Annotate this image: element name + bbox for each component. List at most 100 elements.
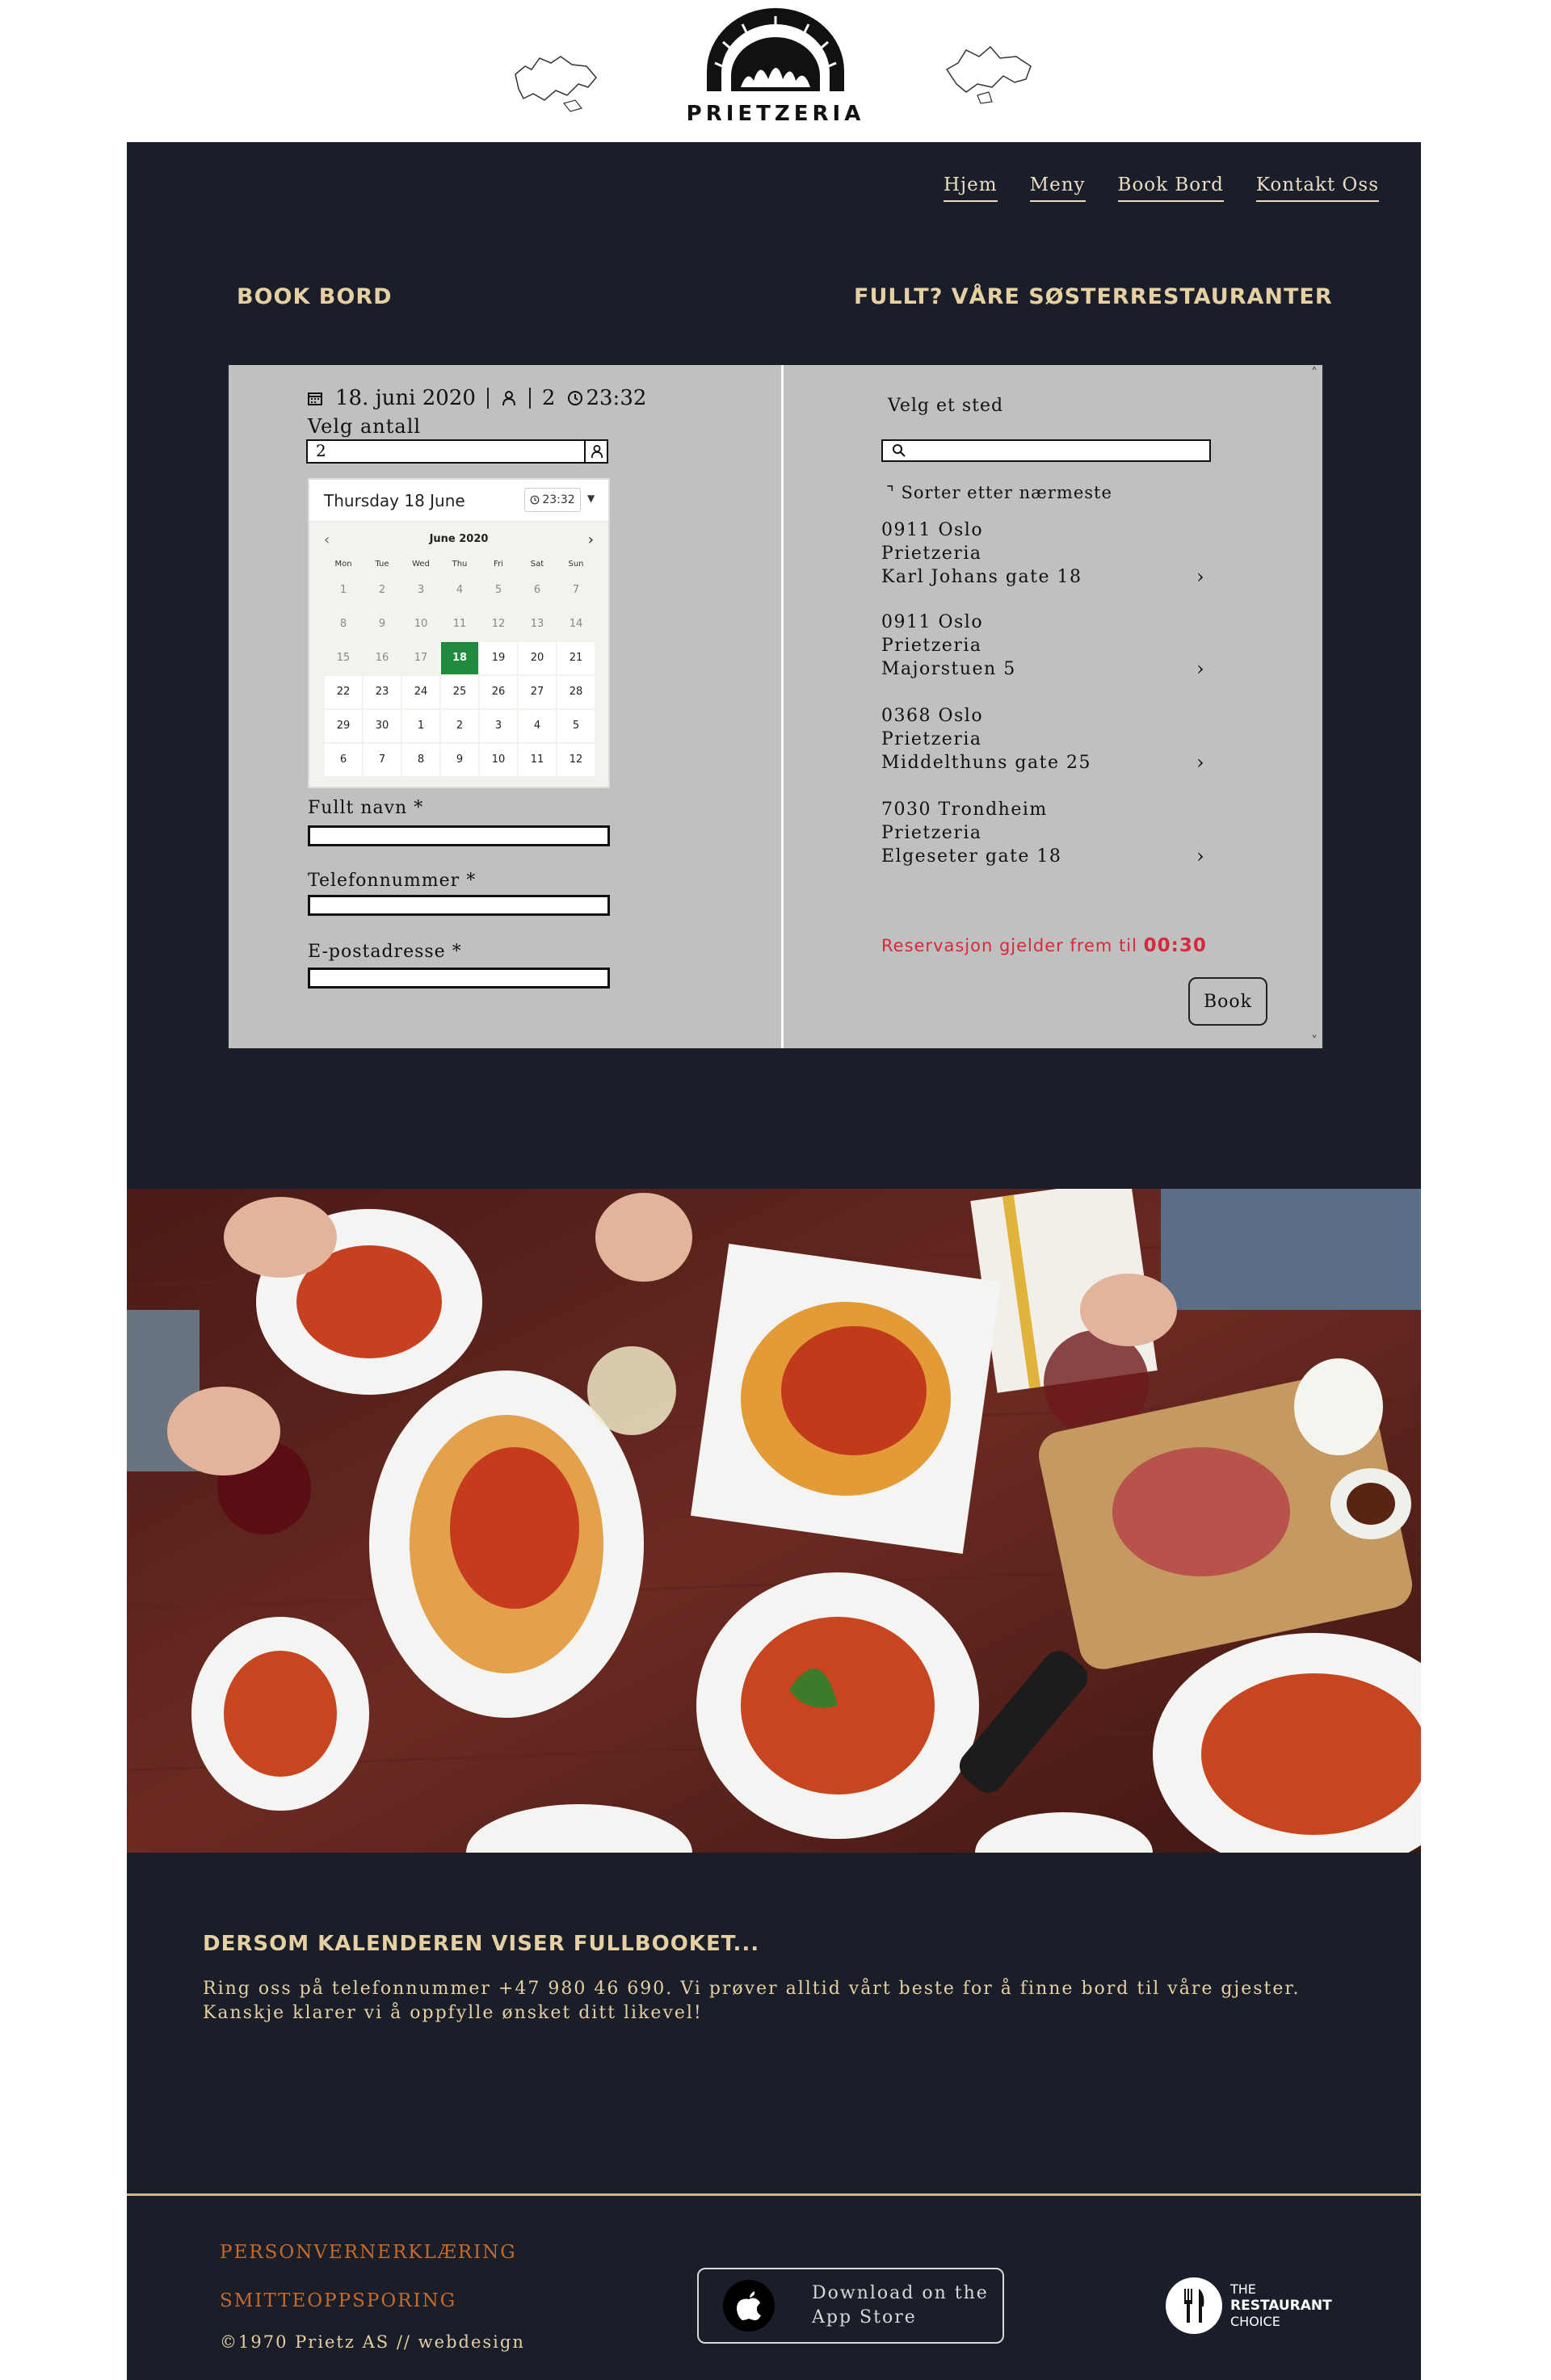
person-icon xyxy=(500,389,518,407)
calendar-day[interactable]: 18 xyxy=(441,642,478,674)
award-line2-text: RESTAURANT xyxy=(1230,2298,1332,2314)
fullbooked-text: Ring oss på telefonnummer +47 980 46 690… xyxy=(203,1979,1301,2023)
clock-icon xyxy=(566,389,584,407)
chevron-down-icon[interactable]: ▼ xyxy=(587,493,595,504)
app-store-button[interactable]: Download on the App Store xyxy=(697,2268,1004,2344)
name-label: Fullt navn * xyxy=(308,798,424,818)
calendar-day[interactable]: 21 xyxy=(557,642,595,674)
location-search-input[interactable] xyxy=(881,439,1211,462)
time-select[interactable]: 23:32 xyxy=(524,488,581,512)
scroll-up-icon[interactable]: ˄ xyxy=(1311,365,1318,380)
cutlery-icon xyxy=(1166,2277,1222,2334)
scroll-down-icon[interactable]: ˅ xyxy=(1311,1033,1318,1048)
calendar-day[interactable]: 30 xyxy=(364,710,401,742)
chevron-right-icon[interactable]: › xyxy=(588,531,594,548)
location-label: Velg et sted xyxy=(888,396,1004,416)
calendar-day[interactable]: 20 xyxy=(519,642,556,674)
privacy-link[interactable]: PERSONVERNERKLÆRING xyxy=(220,2242,517,2263)
antall-picker-button[interactable] xyxy=(584,439,608,464)
phone-field[interactable] xyxy=(308,895,610,916)
name-field[interactable] xyxy=(308,825,610,846)
copyright: ©1970 Prietz AS // webdesign xyxy=(220,2332,525,2352)
site-header: PRIETZERIA xyxy=(0,0,1551,142)
calendar-day[interactable]: 24 xyxy=(402,676,439,708)
calendar-day[interactable]: 6 xyxy=(325,744,362,776)
calendar-day: 15 xyxy=(336,652,351,664)
calendar-day: 3 xyxy=(417,584,425,596)
calendar-day[interactable]: 28 xyxy=(557,676,595,708)
calendar-day[interactable]: 8 xyxy=(402,744,439,776)
location-item[interactable]: 7030 Trondheim Prietzeria Elgeseter gate… xyxy=(881,798,1221,868)
calendar-day[interactable]: 2 xyxy=(441,710,478,742)
booking-summary[interactable]: 18. juni 2020 2 23:32 xyxy=(306,386,646,410)
chevron-right-icon: › xyxy=(1196,565,1206,588)
nav-item-book-bord[interactable]: Book Bord xyxy=(1117,174,1224,202)
location-item[interactable]: 0368 Oslo Prietzeria Middelthuns gate 25… xyxy=(881,704,1221,774)
sort-nearest-button[interactable]: ⌝ Sorter etter nærmeste xyxy=(886,483,1112,502)
calendar-day[interactable]: 9 xyxy=(441,744,478,776)
location-name: Prietzeria xyxy=(881,823,982,843)
chevron-right-icon: › xyxy=(1196,845,1206,867)
app-store-line1: Download on the xyxy=(812,2283,989,2303)
location-item[interactable]: 0911 Oslo Prietzeria Karl Johans gate 18… xyxy=(881,518,1221,589)
calendar-day[interactable]: 7 xyxy=(364,744,401,776)
summary-date: 18. juni 2020 xyxy=(335,386,476,410)
brand-name: PRIETZERIA xyxy=(686,102,865,126)
separator xyxy=(528,388,531,409)
widget-divider xyxy=(781,365,784,1048)
calendar-day[interactable]: 23 xyxy=(364,676,401,708)
calendar-day[interactable]: 25 xyxy=(441,676,478,708)
calendar-day[interactable]: 19 xyxy=(480,642,517,674)
location-city: 0911 Oslo xyxy=(881,612,984,632)
nav-item-hjem[interactable]: Hjem xyxy=(943,174,998,202)
calendar-day[interactable]: 4 xyxy=(519,710,556,742)
nav-item-meny[interactable]: Meny xyxy=(1029,174,1086,202)
apple-icon xyxy=(723,2280,775,2332)
location-item[interactable]: 0911 Oslo Prietzeria Majorstuen 5 › xyxy=(881,611,1221,681)
clock-icon xyxy=(530,495,540,505)
location-city: 7030 Trondheim xyxy=(881,800,1048,820)
location-name: Prietzeria xyxy=(881,544,982,564)
nav-item-kontakt[interactable]: Kontakt Oss xyxy=(1255,174,1379,202)
calendar-day: 10 xyxy=(414,618,428,630)
food-photo xyxy=(127,1189,1421,1853)
calendar-month-nav: June 2020 ‹ › xyxy=(309,531,608,551)
calendar-day: 13 xyxy=(530,618,544,630)
calendar-day[interactable]: 26 xyxy=(480,676,517,708)
calendar-day[interactable]: 10 xyxy=(480,744,517,776)
calendar-day[interactable]: 29 xyxy=(325,710,362,742)
calendar-day[interactable]: 5 xyxy=(557,710,595,742)
weekday-label: Fri xyxy=(494,560,503,569)
person-icon xyxy=(591,445,603,459)
chevron-right-icon: › xyxy=(1196,751,1206,774)
chevron-left-icon[interactable]: ‹ xyxy=(324,531,330,548)
search-icon xyxy=(893,444,906,457)
email-label: E-postadresse * xyxy=(308,942,462,962)
calendar-day[interactable]: 12 xyxy=(557,744,595,776)
calendar-header: Thursday 18 June 23:32 ▼ xyxy=(309,480,608,522)
calendar-day[interactable]: 27 xyxy=(519,676,556,708)
fullbooked-heading: DERSOM KALENDEREN VISER FULLBOOKET... xyxy=(203,1932,760,1956)
calendar-day: 7 xyxy=(572,584,580,596)
tracing-link[interactable]: SMITTEOPPSPORING xyxy=(220,2290,456,2311)
weekday-label: Mon xyxy=(334,560,352,569)
calendar-day: 12 xyxy=(491,618,506,630)
brand-logo[interactable]: PRIETZERIA xyxy=(685,6,866,128)
calendar-day: 6 xyxy=(533,584,541,596)
app-store-line2: App Store xyxy=(812,2307,917,2328)
book-button[interactable]: Book xyxy=(1188,977,1267,1026)
reservation-note: Reservasjon gjelder frem til 00:30 xyxy=(881,935,1207,956)
weekday-label: Sun xyxy=(568,560,584,569)
calendar-day: 11 xyxy=(452,618,467,630)
restaurant-choice-badge: THE RESTAURANT CHOICE xyxy=(1166,2277,1332,2334)
email-field[interactable] xyxy=(308,968,610,989)
calendar-day: 4 xyxy=(456,584,464,596)
location-name: Prietzeria xyxy=(881,729,982,749)
award-line3: CHOICE xyxy=(1230,2314,1280,2329)
calendar-day[interactable]: 1 xyxy=(402,710,439,742)
calendar-day[interactable]: 11 xyxy=(519,744,556,776)
calendar-day[interactable]: 3 xyxy=(480,710,517,742)
antall-input[interactable]: 2 xyxy=(306,439,608,464)
award-line2: RESTAURANT xyxy=(1230,2298,1332,2314)
calendar-day[interactable]: 22 xyxy=(325,676,362,708)
